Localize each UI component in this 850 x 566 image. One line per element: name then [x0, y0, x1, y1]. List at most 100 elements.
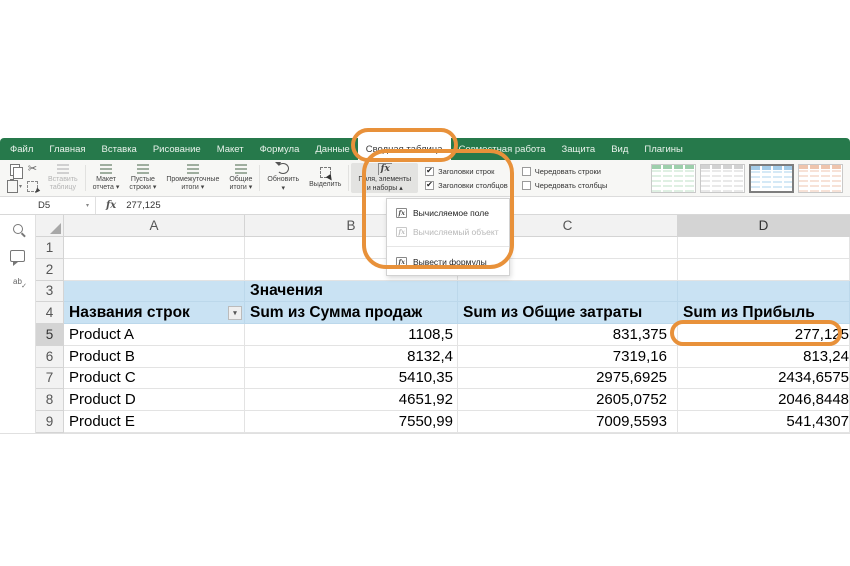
cell-a3[interactable]: [64, 281, 245, 303]
ribbon-separator: [85, 165, 86, 191]
cell-b7[interactable]: 5410,35: [245, 368, 458, 390]
screenshot-page: Файл Главная Вставка Рисование Макет Фор…: [0, 0, 850, 566]
tab-plugins[interactable]: Плагины: [636, 138, 691, 160]
row-header-9[interactable]: 9: [36, 411, 64, 433]
refresh-button[interactable]: Обновить ▾: [262, 162, 304, 194]
select-tool-button[interactable]: [24, 179, 41, 195]
cell-b8[interactable]: 4651,92: [245, 389, 458, 411]
cell-c7[interactable]: 2975,6925: [458, 368, 678, 390]
cell-a8[interactable]: Product D: [64, 389, 245, 411]
copy-button[interactable]: [6, 162, 23, 178]
chevron-down-icon: ▾: [19, 183, 22, 190]
tab-home[interactable]: Главная: [41, 138, 93, 160]
pivot-style-green[interactable]: [651, 164, 696, 193]
select-all-corner[interactable]: [36, 215, 64, 237]
banded-columns-checkbox[interactable]: Чередовать столбцы: [522, 181, 608, 190]
cell-b9[interactable]: 7550,99: [245, 411, 458, 433]
tab-file[interactable]: Файл: [2, 138, 41, 160]
cell-b5[interactable]: 1108,5: [245, 324, 458, 346]
row-header-6[interactable]: 6: [36, 346, 64, 368]
cell-b4-sales-header[interactable]: Sum из Сумма продаж: [245, 302, 458, 324]
ribbon-tab-bar: Файл Главная Вставка Рисование Макет Фор…: [0, 138, 850, 160]
row-header-5-selected[interactable]: 5: [36, 324, 64, 346]
pivot-style-gray[interactable]: [700, 164, 745, 193]
tab-data[interactable]: Данные: [307, 138, 357, 160]
blank-rows-button[interactable]: Пустые строки ▾: [124, 162, 161, 194]
column-headers-checkbox[interactable]: Заголовки столбцов: [425, 181, 508, 190]
clipboard-group: ✂ ▾: [4, 162, 43, 195]
cell-c9[interactable]: 7009,5593: [458, 411, 678, 433]
cell-d6[interactable]: 813,24: [678, 346, 850, 368]
cell-c5[interactable]: 831,375: [458, 324, 678, 346]
tab-view[interactable]: Вид: [603, 138, 636, 160]
report-layout-button[interactable]: Макет отчета ▾: [88, 162, 125, 194]
row-header-4[interactable]: 4: [36, 302, 64, 324]
menu-item-calculated-field[interactable]: fx Вычисляемое поле: [387, 203, 509, 222]
select-button[interactable]: Выделить: [304, 162, 346, 194]
column-header-a[interactable]: A: [64, 215, 245, 237]
cell-a1[interactable]: [64, 237, 245, 259]
cell-d2[interactable]: [678, 259, 850, 281]
cell-c4-costs-header[interactable]: Sum из Общие затраты: [458, 302, 678, 324]
row-header-8[interactable]: 8: [36, 389, 64, 411]
cell-b6[interactable]: 8132,4: [245, 346, 458, 368]
tab-collaboration[interactable]: Совместная работа: [451, 138, 554, 160]
tab-pivot-table[interactable]: Сводная таблица: [358, 138, 451, 160]
ribbon-separator: [348, 165, 349, 191]
name-box[interactable]: D5 ▾: [30, 197, 96, 214]
pivot-style-orange[interactable]: [798, 164, 843, 193]
cell-b3-values-label[interactable]: Значения: [245, 281, 458, 303]
pivot-style-blue-selected[interactable]: [749, 164, 794, 193]
cell-c6[interactable]: 7319,16: [458, 346, 678, 368]
cell-d9[interactable]: 541,4307: [678, 411, 850, 433]
filter-dropdown-icon[interactable]: [228, 306, 242, 320]
subtotals-icon: [187, 164, 199, 174]
grand-totals-icon: [235, 164, 247, 174]
fields-items-sets-button[interactable]: fx Поля, элементы и наборы ▴: [351, 163, 418, 193]
cell-d7[interactable]: 2434,6575: [678, 368, 850, 390]
cell-a2[interactable]: [64, 259, 245, 281]
fx-table-icon: fx: [396, 227, 407, 237]
cell-a7[interactable]: Product C: [64, 368, 245, 390]
table-icon: [57, 164, 69, 174]
cut-button[interactable]: ✂: [24, 162, 41, 178]
cell-a5[interactable]: Product A: [64, 324, 245, 346]
paste-button[interactable]: ▾: [6, 179, 23, 195]
fx-table-icon: fx: [396, 257, 407, 267]
tab-protection[interactable]: Защита: [554, 138, 604, 160]
checkbox-checked-icon: [425, 167, 434, 176]
cell-c3[interactable]: [458, 281, 678, 303]
row-header-7[interactable]: 7: [36, 368, 64, 390]
cell-a6[interactable]: Product B: [64, 346, 245, 368]
row-header-2[interactable]: 2: [36, 259, 64, 281]
subtotals-button[interactable]: Промежуточные итоги ▾: [161, 162, 224, 194]
cell-d3[interactable]: [678, 281, 850, 303]
comment-icon[interactable]: [10, 250, 25, 262]
cell-a9[interactable]: Product E: [64, 411, 245, 433]
banded-options-group: Чередовать строки Чередовать столбцы: [515, 162, 615, 194]
column-header-d-selected[interactable]: D: [678, 215, 850, 237]
row-headers-checkbox[interactable]: Заголовки строк: [425, 167, 508, 176]
banded-rows-checkbox[interactable]: Чередовать строки: [522, 167, 608, 176]
cell-a4-row-labels-header[interactable]: Названия строк: [64, 302, 245, 324]
row-header-3[interactable]: 3: [36, 281, 64, 303]
refresh-icon: [277, 163, 289, 174]
cell-d4-profit-header[interactable]: Sum из Прибыль: [678, 302, 850, 324]
cell-d1[interactable]: [678, 237, 850, 259]
tab-draw[interactable]: Рисование: [145, 138, 209, 160]
formula-bar-value[interactable]: 277,125: [124, 200, 160, 211]
tab-formula[interactable]: Формула: [252, 138, 308, 160]
ribbon-separator: [259, 165, 260, 191]
grand-totals-button[interactable]: Общие итоги ▾: [224, 162, 257, 194]
blank-rows-icon: [137, 164, 149, 174]
tab-pivot-table-label: Сводная таблица: [366, 144, 443, 155]
cell-d8[interactable]: 2046,8448: [678, 389, 850, 411]
cell-c8[interactable]: 2605,0752: [458, 389, 678, 411]
tab-layout[interactable]: Макет: [209, 138, 252, 160]
menu-item-show-formulas[interactable]: fx Вывести формулы: [387, 252, 509, 271]
spellcheck-icon[interactable]: ab: [13, 278, 22, 286]
tab-insert[interactable]: Вставка: [94, 138, 145, 160]
cell-d5-selected[interactable]: 277,125: [678, 324, 850, 346]
row-header-1[interactable]: 1: [36, 237, 64, 259]
search-icon[interactable]: [13, 224, 23, 234]
